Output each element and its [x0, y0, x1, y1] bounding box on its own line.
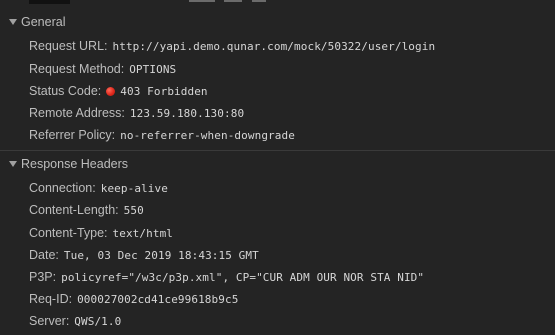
- row-key: Content-Length:: [29, 203, 119, 217]
- row-value: text/html: [112, 226, 174, 240]
- row-value: 123.59.180.130:80: [129, 106, 245, 120]
- cropped-text-fragment: [189, 0, 215, 2]
- row-value: 550: [123, 203, 144, 217]
- expand-triangle-icon[interactable]: [9, 161, 17, 167]
- top-strip: [0, 0, 555, 7]
- row-key: P3P:: [29, 270, 57, 284]
- response-row-date: Date: Tue, 03 Dec 2019 18:43:15 GMT: [29, 244, 259, 266]
- row-value: 000027002cd41ce99618b9c5: [77, 292, 239, 306]
- general-row-request-url: Request URL: http://yapi.demo.qunar.com/…: [29, 35, 435, 57]
- response-row-connection: Connection: keep-alive: [29, 177, 168, 199]
- section-header-general[interactable]: General: [0, 10, 555, 34]
- general-row-status-code: Status Code: 403 Forbidden: [29, 80, 208, 102]
- row-key: Status Code:: [29, 84, 102, 98]
- row-value: QWS/1.0: [74, 314, 122, 328]
- general-row-referrer-policy: Referrer Policy: no-referrer-when-downgr…: [29, 124, 295, 146]
- response-row-server: Server: QWS/1.0: [29, 310, 121, 332]
- cropped-tab-block: [29, 0, 70, 4]
- row-key: Req-ID:: [29, 292, 73, 306]
- response-row-content-type: Content-Type: text/html: [29, 222, 173, 244]
- section-divider: [0, 150, 555, 151]
- response-row-req-id: Req-ID: 000027002cd41ce99618b9c5: [29, 288, 238, 310]
- row-key: Referrer Policy:: [29, 128, 116, 142]
- status-error-dot-icon: [106, 86, 116, 96]
- row-key: Request URL:: [29, 39, 108, 53]
- section-title: Response Headers: [21, 157, 129, 171]
- general-row-remote-address: Remote Address: 123.59.180.130:80: [29, 102, 244, 124]
- cropped-text-fragment: [224, 0, 242, 2]
- row-key: Date:: [29, 248, 59, 262]
- row-value: policyref="/w3c/p3p.xml", CP="CUR ADM OU…: [61, 270, 425, 284]
- row-key: Connection:: [29, 181, 96, 195]
- expand-triangle-icon[interactable]: [9, 19, 17, 25]
- row-value: no-referrer-when-downgrade: [120, 128, 295, 142]
- row-value: 403 Forbidden: [120, 84, 208, 98]
- row-value: OPTIONS: [129, 62, 177, 76]
- row-key: Remote Address:: [29, 106, 125, 120]
- section-title: General: [21, 15, 66, 29]
- row-key: Content-Type:: [29, 226, 108, 240]
- response-row-content-length: Content-Length: 550: [29, 199, 144, 221]
- response-row-p3p: P3P: policyref="/w3c/p3p.xml", CP="CUR A…: [29, 266, 424, 288]
- cropped-text-fragment: [252, 0, 266, 2]
- row-value: keep-alive: [100, 181, 168, 195]
- section-header-response-headers[interactable]: Response Headers: [0, 152, 555, 176]
- general-row-request-method: Request Method: OPTIONS: [29, 58, 176, 80]
- row-key: Request Method:: [29, 62, 125, 76]
- row-key: Server:: [29, 314, 70, 328]
- row-value: Tue, 03 Dec 2019 18:43:15 GMT: [63, 248, 259, 262]
- row-value: http://yapi.demo.qunar.com/mock/50322/us…: [112, 39, 436, 53]
